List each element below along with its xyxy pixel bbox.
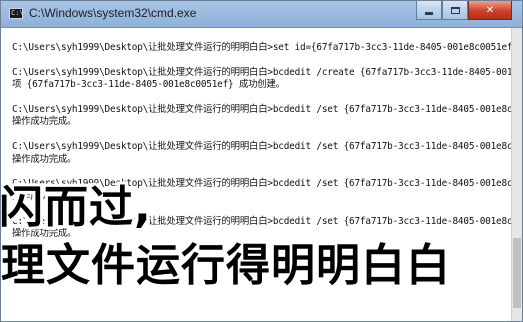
maximize-icon [450, 6, 460, 14]
minimize-icon [425, 11, 433, 15]
vertical-scrollbar[interactable] [511, 28, 522, 321]
maximize-button[interactable] [442, 1, 468, 20]
caption-buttons: ✕ [416, 1, 512, 21]
minimize-button[interactable] [416, 1, 442, 20]
subtitle-line-1: 闪而过, [0, 182, 152, 233]
window-title: C:\Windows\system32\cmd.exe [29, 6, 197, 20]
close-icon: ✕ [485, 4, 495, 16]
subtitle-line-2: 理文件运行得明明白白 [1, 240, 451, 291]
cmd-app-icon[interactable]: C:\ [9, 8, 24, 19]
title-bar[interactable]: C:\ C:\Windows\system32\cmd.exe ✕ [1, 1, 522, 28]
close-button[interactable]: ✕ [468, 1, 512, 20]
cmd-window: C:\ C:\Windows\system32\cmd.exe ✕ C:\Use… [0, 0, 523, 322]
scrollbar-thumb[interactable] [513, 238, 521, 308]
